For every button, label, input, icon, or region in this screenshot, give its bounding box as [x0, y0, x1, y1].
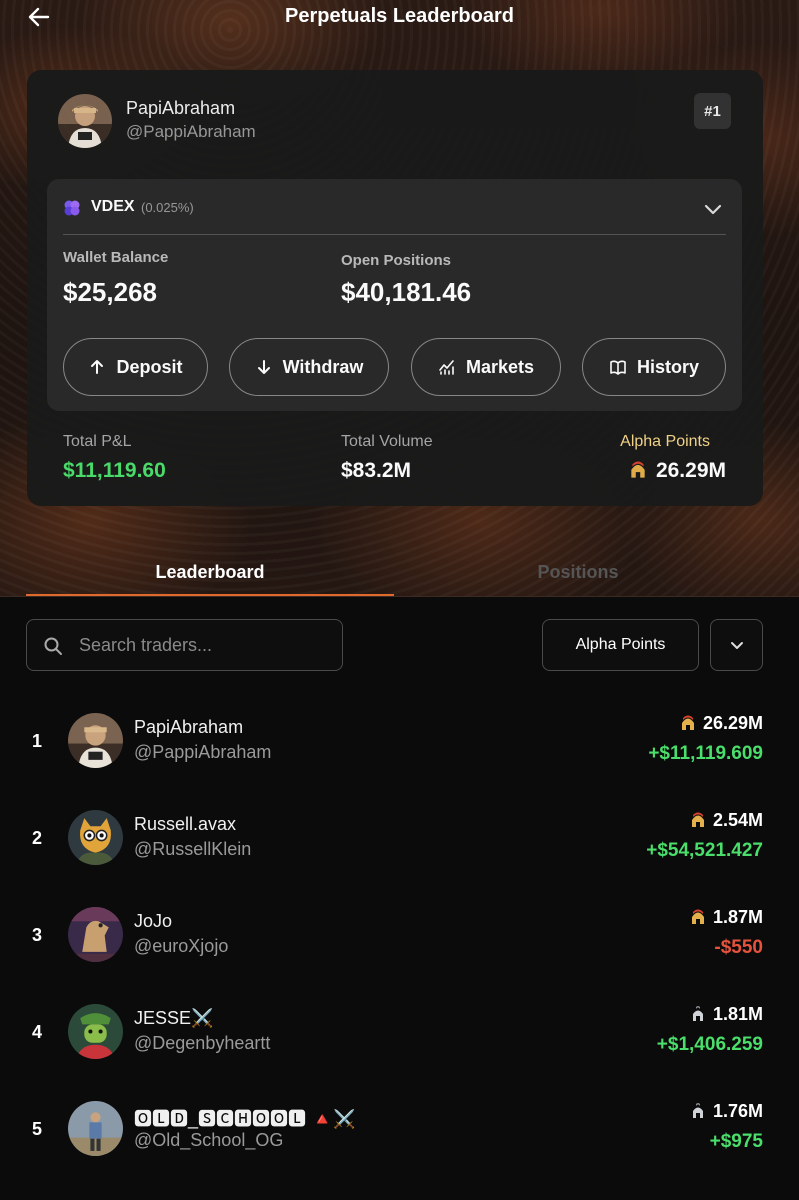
row-name: PapiAbraham [134, 717, 244, 737]
divider [63, 234, 726, 235]
row-points: 26.29M [679, 713, 763, 734]
tab-bar: Leaderboard Positions [0, 548, 799, 597]
history-label: History [636, 356, 699, 377]
avatar [68, 907, 123, 962]
avatar [68, 1004, 123, 1059]
gold-helmet-icon [691, 812, 704, 827]
withdraw-button[interactable]: Withdraw [229, 338, 389, 396]
chevron-down-icon [730, 642, 743, 649]
row-handle: @euroXjojo [134, 936, 229, 956]
deposit-label: Deposit [116, 356, 183, 377]
tab-divider [0, 596, 799, 597]
active-tab-indicator [26, 594, 394, 596]
avatar [68, 713, 123, 768]
row-rank: 2 [32, 828, 43, 848]
top-bar: Perpetuals Leaderboard [0, 0, 799, 36]
profile-name: PapiAbraham [126, 98, 236, 118]
deposit-button[interactable]: Deposit [63, 338, 208, 396]
wallet-balance-label: Wallet Balance [63, 249, 169, 266]
row-points: 1.76M [689, 1101, 763, 1122]
exchange-name: VDEX [91, 198, 135, 215]
arrow-up-icon [91, 360, 104, 374]
row-points-value: 1.81M [712, 1004, 763, 1024]
total-pnl-label: Total P&L [63, 433, 132, 450]
avatar [58, 94, 112, 148]
row-points: 2.54M [689, 810, 763, 831]
silver-helmet-icon [692, 1005, 703, 1021]
row-handle: @Degenbyheartt [134, 1033, 271, 1053]
gold-helmet-icon [681, 715, 694, 730]
leaderboard-row[interactable]: 2 Russell.avax @RussellKlein 2.54M +$54,… [26, 810, 763, 870]
row-name: Russell.avax [134, 814, 237, 834]
markets-label: Markets [465, 356, 535, 377]
sort-select[interactable]: Alpha Points [542, 619, 699, 671]
profile-handle: @PappiAbraham [126, 122, 256, 141]
wallet-panel: VDEX (0.025%) Wallet Balance $25,268 Ope… [47, 179, 742, 411]
row-rank: 1 [32, 731, 43, 751]
row-points-value: 1.87M [712, 907, 763, 927]
search-icon [44, 637, 62, 655]
row-pnl: +$1,406.259 [656, 1034, 763, 1055]
chart-icon [439, 360, 454, 375]
markets-button[interactable]: Markets [411, 338, 561, 396]
tab-positions[interactable]: Positions [394, 548, 762, 597]
row-rank: 3 [32, 925, 43, 945]
arrow-down-icon [257, 360, 270, 374]
book-icon [610, 360, 626, 375]
row-points: 1.81M [689, 1004, 763, 1025]
search-input[interactable] [79, 630, 329, 660]
open-positions-label: Open Positions [341, 252, 452, 269]
row-rank: 4 [32, 1022, 43, 1042]
sort-dropdown-button[interactable] [710, 619, 763, 671]
total-volume-value: $83.2M [341, 459, 412, 482]
withdraw-label: Withdraw [282, 356, 364, 377]
row-name: JESSE⚔️ [134, 1008, 214, 1028]
alpha-points-summary: 26.29M [628, 459, 726, 483]
wallet-balance-value: $25,268 [63, 277, 157, 307]
row-points-value: 1.76M [712, 1101, 763, 1121]
row-name: 🅾🅻🅳_🆂🅲🅷🅾🅾🅻 🔺⚔️ [134, 1109, 356, 1129]
vdex-logo-icon [63, 199, 81, 217]
search-box [26, 619, 343, 671]
row-rank: 5 [32, 1119, 43, 1139]
history-button[interactable]: History [582, 338, 726, 396]
avatar [68, 810, 123, 865]
row-handle: @RussellKlein [134, 839, 252, 859]
row-handle: @PappiAbraham [134, 742, 272, 762]
leaderboard-row[interactable]: 4 JESSE⚔️ @Degenbyheartt 1.81M +$1,406.2… [26, 1004, 763, 1064]
total-pnl-value: $11,119.60 [63, 459, 166, 482]
chevron-down-icon[interactable] [701, 197, 725, 221]
page-title: Perpetuals Leaderboard [285, 5, 514, 27]
tab-leaderboard[interactable]: Leaderboard [26, 548, 394, 597]
alpha-points-label: Alpha Points [620, 433, 710, 450]
silver-helmet-icon [692, 1102, 703, 1118]
row-name: JoJo [134, 911, 173, 931]
gold-helmet-icon [691, 909, 704, 924]
exchange-fee: (0.025%) [141, 200, 194, 215]
open-positions-value: $40,181.46 [341, 277, 472, 307]
row-handle: @Old_School_OG [134, 1130, 284, 1150]
avatar [68, 1101, 123, 1156]
spartan-helmet-icon [631, 461, 645, 478]
row-points-value: 2.54M [712, 810, 763, 830]
row-pnl: +$975 [709, 1131, 763, 1152]
leaderboard-row[interactable]: 5 🅾🅻🅳_🆂🅲🅷🅾🅾🅻 🔺⚔️ @Old_School_OG 1.76M +$… [26, 1101, 763, 1161]
rank-badge: #1 [694, 93, 731, 129]
row-points: 1.87M [689, 907, 763, 928]
row-pnl: +$54,521.427 [646, 840, 763, 861]
leaderboard-row[interactable]: 1 PapiAbraham @PappiAbraham 26.29M +$11,… [26, 713, 763, 773]
alpha-points-value: 26.29M [655, 459, 726, 482]
row-points-value: 26.29M [702, 713, 763, 733]
total-volume-label: Total Volume [341, 433, 433, 450]
leaderboard-row[interactable]: 3 JoJo @euroXjojo 1.87M -$550 [26, 907, 763, 967]
row-pnl: +$11,119.609 [648, 743, 763, 764]
profile-card: PapiAbraham @PappiAbraham #1 VDEX (0.025… [27, 70, 763, 506]
row-pnl: -$550 [714, 937, 763, 958]
